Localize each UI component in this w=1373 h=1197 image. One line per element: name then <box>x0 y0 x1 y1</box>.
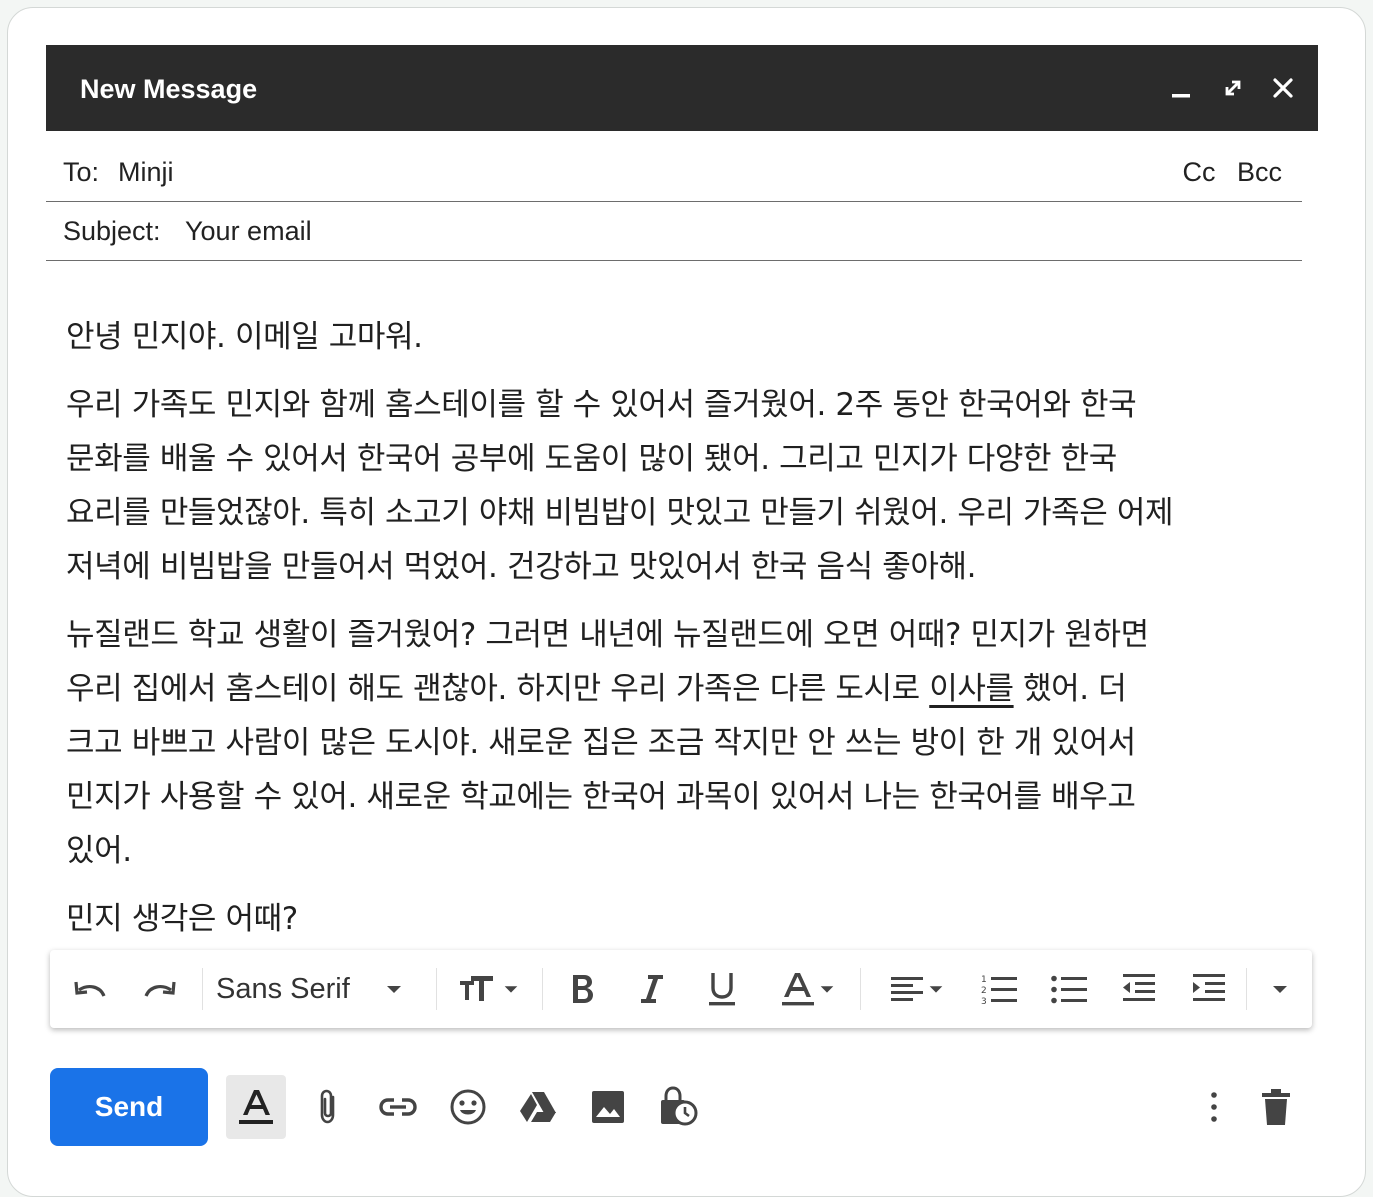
body-line: 있어. <box>66 833 132 869</box>
attach-files-button[interactable] <box>298 1075 358 1139</box>
italic-button[interactable] <box>626 950 678 1028</box>
body-line: 민지가 사용할 수 있어. 새로운 학교에는 한국어 과목이 있어서 나는 한국… <box>66 779 1136 815</box>
redo-icon <box>144 981 176 997</box>
font-family-dropdown[interactable]: Sans Serif <box>216 950 422 1028</box>
indent-less-button[interactable] <box>1114 950 1164 1028</box>
numbered-list-button[interactable]: 1 2 3 <box>974 950 1024 1028</box>
body-greeting: 안녕 민지야. 이메일 고마워. <box>66 319 423 355</box>
body-line: 우리 집에서 홈스테이 해도 괜찮아. 하지만 우리 가족은 다른 도시로 <box>66 671 930 707</box>
insert-drive-button[interactable] <box>508 1075 568 1139</box>
insert-link-button[interactable] <box>368 1075 428 1139</box>
body-closing: 민지 생각은 어때? <box>66 901 298 937</box>
body-line: 저녁에 비빔밥을 만들어서 먹었어. 건강하고 맛있어서 한국 음식 좋아해. <box>66 549 977 585</box>
link-icon <box>379 1098 417 1116</box>
numbered-list-icon: 1 2 3 <box>981 975 1017 1007</box>
compose-window: New Message To: Minji Cc Bcc Subject: Yo… <box>46 45 1318 1150</box>
bulleted-list-icon <box>1051 975 1087 1004</box>
cc-link[interactable]: Cc <box>1182 157 1215 187</box>
compose-titlebar: New Message <box>46 45 1318 131</box>
font-size-dropdown[interactable] <box>448 950 530 1028</box>
chevron-down-icon <box>504 986 518 993</box>
trash-icon <box>1262 1089 1290 1125</box>
undo-icon <box>74 981 106 997</box>
emoji-icon <box>450 1089 486 1125</box>
underline-button[interactable] <box>696 950 748 1028</box>
indent-increase-icon <box>1193 974 1225 1001</box>
toolbar-divider <box>1246 968 1247 1010</box>
close-button[interactable] <box>1266 71 1300 105</box>
to-label: To: <box>63 157 100 187</box>
body-line: 크고 바쁘고 사람이 많은 도시야. 새로운 집은 조금 작지만 안 쓰는 방이… <box>66 725 1136 761</box>
body-line: 요리를 만들었잖아. 특히 소고기 야채 비빔밥이 맛있고 만들기 쉬웠어. 우… <box>66 495 1174 531</box>
paperclip-icon <box>320 1089 335 1124</box>
cc-bcc-links: Cc Bcc <box>1168 143 1282 201</box>
subject-label: Subject: <box>63 216 161 246</box>
chevron-down-icon <box>1273 986 1287 993</box>
align-left-icon <box>891 977 923 1001</box>
toolbar-divider <box>542 968 543 1010</box>
minimize-button[interactable] <box>1164 71 1198 105</box>
more-formatting-button[interactable] <box>1260 950 1300 1028</box>
image-icon <box>592 1091 624 1123</box>
compose-title: New Message <box>80 74 258 104</box>
indent-more-button[interactable] <box>1184 950 1234 1028</box>
text-size-icon <box>460 976 493 1001</box>
underlined-word: 이사를 <box>929 671 1014 707</box>
expand-icon <box>1225 80 1241 96</box>
redo-button[interactable] <box>134 950 186 1028</box>
underline-icon <box>709 973 735 1006</box>
chevron-down-icon <box>820 986 834 993</box>
undo-button[interactable] <box>64 950 116 1028</box>
to-field[interactable]: To: Minji Cc Bcc <box>46 143 1302 202</box>
text-color-icon <box>782 973 814 1006</box>
toolbar-divider <box>436 968 437 1010</box>
bold-icon <box>573 975 593 1003</box>
to-recipient[interactable]: Minji <box>118 143 174 201</box>
more-options-button[interactable] <box>1184 1075 1244 1139</box>
insert-emoji-button[interactable] <box>438 1075 498 1139</box>
body-line: 문화를 배울 수 있어서 한국어 공부에 도움이 많이 됐어. 그리고 민지가 … <box>66 441 1117 477</box>
lock-clock-icon <box>661 1086 698 1126</box>
bulleted-list-button[interactable] <box>1044 950 1094 1028</box>
message-body[interactable]: 안녕 민지야. 이메일 고마워. 우리 가족도 민지와 함께 홈스테이를 할 수… <box>66 310 1316 946</box>
confidential-mode-button[interactable] <box>648 1075 708 1139</box>
body-line: 뉴질랜드 학교 생활이 즐거웠어? 그러면 내년에 뉴질랜드에 오면 어때? 민… <box>66 617 1149 653</box>
text-color-dropdown[interactable] <box>766 950 848 1028</box>
body-line: 했어. 더 <box>1013 671 1127 707</box>
subject-input[interactable]: Your email <box>185 202 312 260</box>
svg-text:3: 3 <box>981 997 987 1007</box>
formatting-toolbar: Sans Serif 1 2 3 <box>50 950 1312 1028</box>
bcc-link[interactable]: Bcc <box>1237 157 1282 187</box>
toolbar-divider <box>202 968 203 1010</box>
discard-draft-button[interactable] <box>1246 1075 1306 1139</box>
fullscreen-button[interactable] <box>1216 71 1250 105</box>
subject-field[interactable]: Subject: Your email <box>46 202 1302 261</box>
formatting-options-button[interactable] <box>226 1075 286 1139</box>
italic-icon <box>641 975 663 1003</box>
font-family-label: Sans Serif <box>216 972 350 1005</box>
toolbar-divider <box>860 968 861 1010</box>
align-dropdown[interactable] <box>876 950 956 1028</box>
close-icon <box>1273 78 1293 98</box>
minimize-icon <box>1172 94 1190 98</box>
indent-decrease-icon <box>1123 974 1155 1001</box>
send-button[interactable]: Send <box>50 1068 208 1146</box>
insert-photo-button[interactable] <box>578 1075 638 1139</box>
chevron-down-icon <box>386 986 401 993</box>
text-format-icon <box>239 1090 273 1124</box>
chevron-down-icon <box>929 986 943 993</box>
drive-icon <box>520 1092 556 1122</box>
bold-button[interactable] <box>556 950 608 1028</box>
svg-text:2: 2 <box>981 986 987 996</box>
more-vert-icon <box>1211 1092 1217 1122</box>
svg-text:1: 1 <box>981 975 987 985</box>
body-paragraph-1: 우리 가족도 민지와 함께 홈스테이를 할 수 있어서 즐거웠어. 2주 동안 … <box>66 378 1316 594</box>
body-line: 우리 가족도 민지와 함께 홈스테이를 할 수 있어서 즐거웠어. 2주 동안 … <box>66 387 1137 423</box>
body-paragraph-2: 뉴질랜드 학교 생활이 즐거웠어? 그러면 내년에 뉴질랜드에 오면 어때? 민… <box>66 608 1316 878</box>
